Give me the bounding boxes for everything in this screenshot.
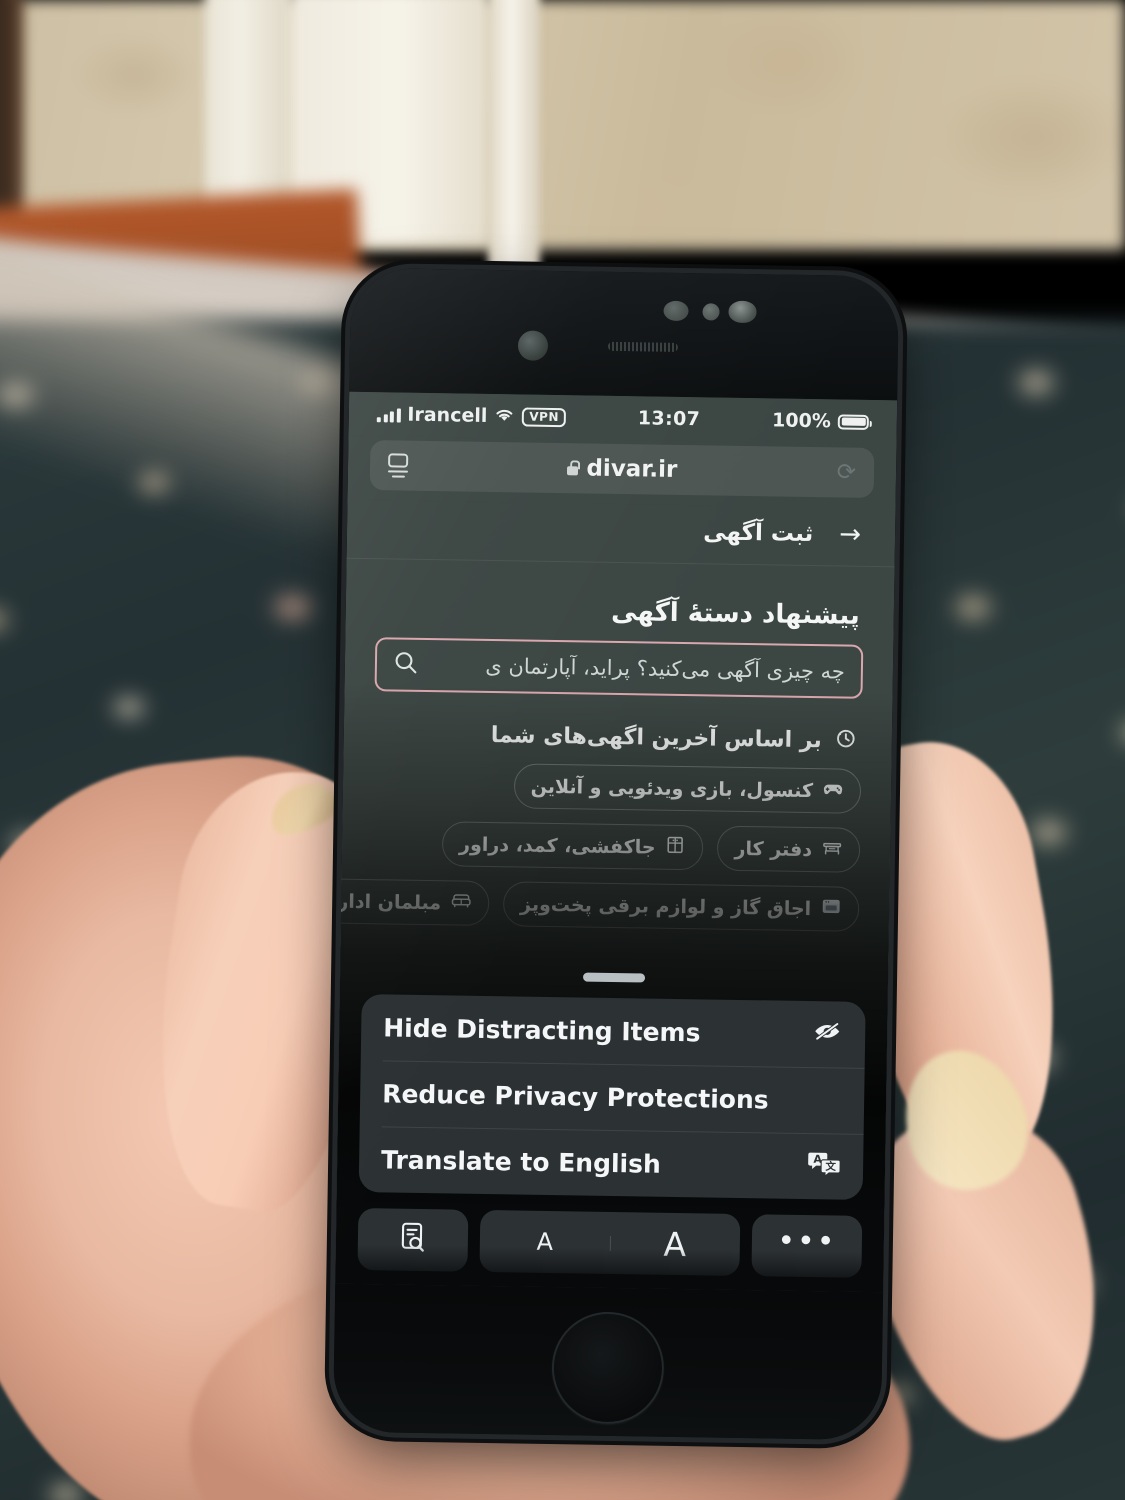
browser-url-bar[interactable]: divar.ir ⟳ xyxy=(369,440,875,499)
menu-item-label: Hide Distracting Items xyxy=(383,1012,701,1047)
safari-menu-sheet: Hide Distracting Items Reduce Privacy Pr… xyxy=(335,969,888,1293)
phone-top-bezel xyxy=(349,267,900,401)
search-icon xyxy=(393,649,419,679)
front-camera-icon xyxy=(517,330,549,361)
gamepad-icon xyxy=(822,777,844,804)
battery-icon xyxy=(837,413,869,430)
ambient-light-sensor-icon xyxy=(702,303,720,321)
category-chip-cabinet[interactable]: جاکفشی، کمد، دراور xyxy=(441,821,704,871)
page-title: پیشنهاد دستهٔ آگهی xyxy=(610,596,861,631)
safari-menu-card: Hide Distracting Items Reduce Privacy Pr… xyxy=(358,994,866,1200)
post-ad-nav-row[interactable]: → ثبت آگهی xyxy=(346,499,896,568)
more-dots-icon: ••• xyxy=(777,1223,837,1260)
desk-icon xyxy=(821,836,843,863)
menu-item-translate-to-english[interactable]: Translate to English A 文 xyxy=(359,1126,864,1200)
category-chip-stove[interactable]: اجاق گاز و لوازم برقی پخت‌وپز xyxy=(502,881,860,932)
safari-bottom-toolbar: A A ••• xyxy=(357,1207,863,1278)
drag-handle[interactable] xyxy=(582,972,646,983)
chip-label: دفتر کار xyxy=(734,837,813,861)
text-size-buttons: A A xyxy=(479,1209,741,1276)
menu-item-reduce-privacy-protections[interactable]: Reduce Privacy Protections xyxy=(360,1060,865,1134)
chip-row: دفتر کار جاکفشی، کمد، دراور xyxy=(372,820,861,873)
category-chip-gaming[interactable]: کنسول، بازی ویدئویی و آنلاین xyxy=(513,763,862,814)
text-size-increase-button[interactable]: A xyxy=(610,1223,741,1264)
proximity-sensor-icon xyxy=(663,300,689,322)
aa-page-settings-icon[interactable] xyxy=(387,453,409,478)
svg-text:文: 文 xyxy=(824,1160,836,1173)
cabinet-icon xyxy=(664,834,686,861)
menu-item-label: Translate to English xyxy=(380,1144,662,1179)
url-text-container[interactable]: divar.ir xyxy=(408,453,837,486)
eye-slash-icon xyxy=(811,1017,844,1051)
cellular-signal-icon xyxy=(376,407,401,423)
more-options-button[interactable]: ••• xyxy=(751,1214,863,1278)
battery-percent: 100% xyxy=(771,409,831,433)
phone-screen: Irancell VPN 13:07 100% divar.ir ⟳ → ثبت… xyxy=(335,391,898,1293)
text-smaller-label: A xyxy=(536,1227,554,1257)
history-clock-icon xyxy=(834,726,858,754)
lock-icon xyxy=(567,465,579,475)
search-placeholder: چه چیزی آگهی می‌کنید؟ پراید، آپارتمان ی xyxy=(485,653,846,684)
vpn-badge: VPN xyxy=(522,406,567,427)
reload-icon[interactable]: ⟳ xyxy=(837,459,857,485)
wifi-icon xyxy=(494,405,515,427)
chip-label: مبلمان اداری xyxy=(335,889,442,914)
text-size-decrease-button[interactable]: A xyxy=(480,1227,610,1257)
browser-url-bar-container: divar.ir ⟳ xyxy=(347,435,897,509)
chip-label: جاکفشی، کمد، دراور xyxy=(458,833,656,859)
phone-device: Irancell VPN 13:07 100% divar.ir ⟳ → ثبت… xyxy=(332,267,900,1441)
text-larger-label: A xyxy=(663,1224,687,1264)
chip-row: کنسول، بازی ویدئویی و آنلاین xyxy=(373,761,862,814)
sofa-icon xyxy=(450,889,472,916)
chip-label: کنسول، بازی ویدئویی و آنلاین xyxy=(530,775,814,802)
category-chip-office-furniture[interactable]: مبلمان اداری xyxy=(335,878,490,927)
category-chip-list: کنسول، بازی ویدئویی و آنلاین دفتر کار جا… xyxy=(335,761,891,965)
search-input[interactable]: چه چیزی آگهی می‌کنید؟ پراید، آپارتمان ی xyxy=(374,637,864,699)
chip-label: اجاق گاز و لوازم برقی پخت‌وپز xyxy=(519,893,812,920)
sensor-icon xyxy=(728,300,757,324)
find-in-page-icon xyxy=(396,1220,431,1261)
carrier-name: Irancell xyxy=(407,403,488,427)
earpiece-speaker-icon xyxy=(607,341,679,352)
web-page-content: → ثبت آگهی پیشنهاد دستهٔ آگهی چه چیزی آگ… xyxy=(335,499,896,965)
category-chip-office-desk[interactable]: دفتر کار xyxy=(717,825,861,873)
chip-row: اجاق گاز و لوازم برقی پخت‌وپز مبلمان ادا… xyxy=(335,878,860,932)
url-text: divar.ir xyxy=(586,455,678,483)
status-bar-clock: 13:07 xyxy=(637,407,701,431)
recent-ads-heading-row: بر اساس آخرین اگهی‌های شما xyxy=(343,691,892,770)
arrow-right-icon: → xyxy=(839,519,862,550)
find-in-page-button[interactable] xyxy=(357,1207,469,1272)
menu-item-label: Reduce Privacy Protections xyxy=(381,1078,769,1114)
recent-ads-heading: بر اساس آخرین اگهی‌های شما xyxy=(490,722,823,753)
menu-item-hide-distracting-items[interactable]: Hide Distracting Items xyxy=(361,994,866,1068)
translate-icon: A 文 xyxy=(807,1148,842,1185)
post-ad-label: ثبت آگهی xyxy=(702,519,814,548)
oven-icon xyxy=(820,895,842,922)
